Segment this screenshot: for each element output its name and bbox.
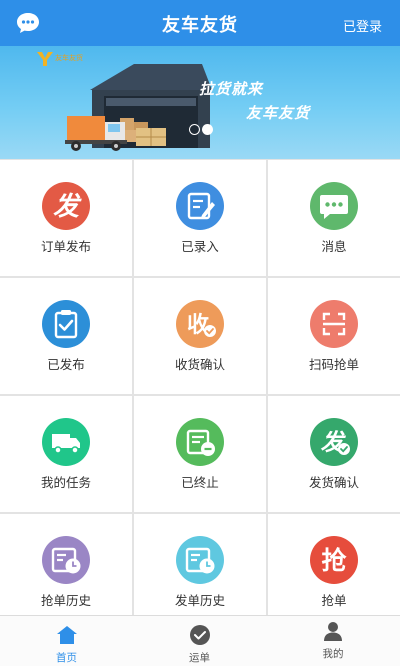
banner-slogan-line2: 友车友货 xyxy=(246,104,311,122)
tab-home[interactable]: 首页 xyxy=(0,616,133,666)
banner-dot-2[interactable] xyxy=(202,124,213,135)
menu-item-label: 已发布 xyxy=(47,357,85,372)
tab-waybill-label: 运单 xyxy=(189,652,210,664)
login-status-button[interactable]: 已登录 xyxy=(343,16,382,35)
scan-icon xyxy=(310,300,358,348)
banner-dot-1[interactable] xyxy=(189,124,200,135)
edit-note-icon xyxy=(176,182,224,230)
menu-item-grab-order[interactable]: 抢 抢单 xyxy=(268,514,400,615)
menu-item-published[interactable]: 已发布 xyxy=(0,278,132,394)
menu-item-label: 我的任务 xyxy=(40,475,91,490)
menu-item-receipt-confirm[interactable]: 收 收货确认 xyxy=(134,278,266,394)
menu-item-label: 订单发布 xyxy=(40,239,91,254)
menu-item-label: 消息 xyxy=(321,239,347,254)
menu-item-scan-grab[interactable]: 扫码抢单 xyxy=(268,278,400,394)
history-clock-icon xyxy=(42,536,90,584)
banner-slogan-line1: 拉货就来 xyxy=(199,80,264,98)
history-list-icon xyxy=(176,536,224,584)
menu-item-label: 抢单历史 xyxy=(40,593,91,608)
menu-item-terminated[interactable]: 已终止 xyxy=(134,396,266,512)
menu-item-messages[interactable]: 消息 xyxy=(268,160,400,276)
menu-grid: 发 订单发布 已录入 消息 已发布 收 收货确认 扫码抢单 我的任务 已终止 发… xyxy=(0,159,400,615)
menu-item-my-tasks[interactable]: 我的任务 xyxy=(0,396,132,512)
qiang-char-icon: 抢 xyxy=(310,536,358,584)
menu-item-entered[interactable]: 已录入 xyxy=(134,160,266,276)
fa-check-icon: 发 xyxy=(310,418,358,466)
svg-text:抢: 抢 xyxy=(321,546,347,575)
menu-item-label: 发货确认 xyxy=(308,475,359,490)
message-dots-icon xyxy=(310,182,358,230)
shou-check-icon: 收 xyxy=(176,300,224,348)
tab-mine[interactable]: 我的 xyxy=(266,616,400,666)
stop-list-icon xyxy=(176,418,224,466)
menu-item-order-history[interactable]: 发单历史 xyxy=(134,514,266,615)
truck-icon xyxy=(42,418,90,466)
home-icon xyxy=(56,626,77,644)
warehouse-truck-illustration xyxy=(65,64,212,151)
banner-pagination xyxy=(189,120,215,139)
menu-item-order-publish[interactable]: 发 订单发布 xyxy=(0,160,132,276)
fa-char-icon: 发 xyxy=(42,182,90,230)
app-title: 友车友货 xyxy=(162,15,238,36)
menu-item-label: 收货确认 xyxy=(174,357,225,372)
promo-banner[interactable]: 友车友货 拉货就来 友车友货 xyxy=(0,46,400,159)
menu-item-label: 发单历史 xyxy=(174,593,225,608)
header-bar: 友车友货 已登录 xyxy=(0,0,400,46)
menu-item-label: 抢单 xyxy=(321,593,347,608)
clipboard-check-icon xyxy=(42,300,90,348)
svg-text:发: 发 xyxy=(53,192,82,222)
menu-item-label: 已终止 xyxy=(181,475,219,490)
menu-item-label: 已录入 xyxy=(181,239,219,254)
tab-waybill[interactable]: 运单 xyxy=(133,616,266,666)
check-circle-icon xyxy=(189,625,210,645)
menu-item-ship-confirm[interactable]: 发 发货确认 xyxy=(268,396,400,512)
brand-logo-icon xyxy=(37,52,53,66)
app-screen: 友车友货 已登录 友车友货 拉货就来 友车友货 发 订单发布 已录入 消息 已发… xyxy=(0,0,400,666)
tab-mine-label: 我的 xyxy=(322,648,344,660)
user-icon xyxy=(324,622,342,641)
tab-home-label: 首页 xyxy=(56,652,77,664)
menu-item-label: 扫码抢单 xyxy=(308,357,359,372)
menu-item-grab-history[interactable]: 抢单历史 xyxy=(0,514,132,615)
bottom-tab-bar: 首页 运单 我的 xyxy=(0,615,400,666)
